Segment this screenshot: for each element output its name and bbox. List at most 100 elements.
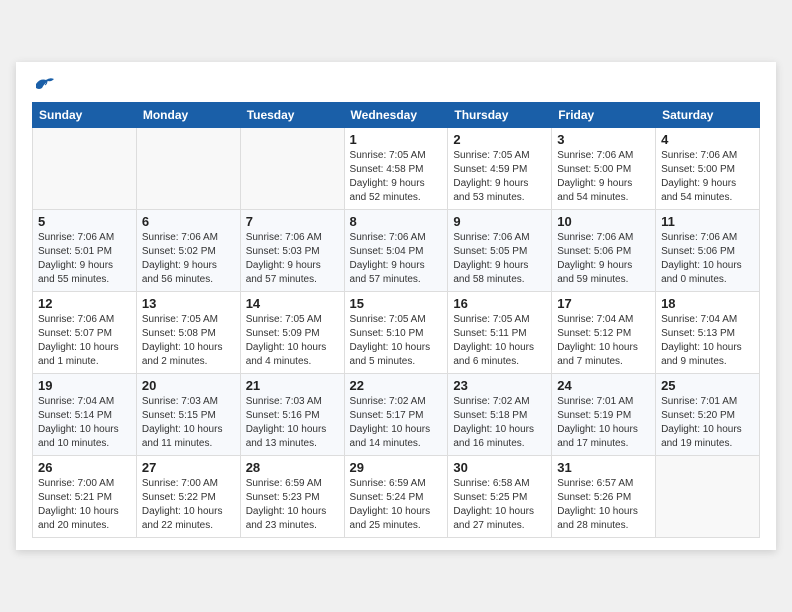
calendar-cell: 10Sunrise: 7:06 AM Sunset: 5:06 PM Dayli… (552, 210, 656, 292)
calendar-cell: 28 Sunrise: 6:59 AM Sunset: 5:23 PM Dayli… (240, 456, 344, 538)
day-info: Sunrise: 7:05 AM Sunset: 4:58 PM Dayligh… (350, 149, 443, 205)
day-number: 17 (557, 296, 650, 311)
day-number: 28 (246, 460, 339, 475)
day-info: Sunrise: 7:01 AM Sunset: 5:20 PM Dayligh… (661, 395, 754, 451)
day-number: 5 (38, 214, 131, 229)
calendar-cell: 27 Sunrise: 7:00 AM Sunset: 5:22 PM Dayli… (136, 456, 240, 538)
day-info: Sunrise: 6:59 AM Sunset: 5:24 PM Dayligh… (350, 477, 443, 533)
calendar-cell: 24 Sunrise: 7:01 AM Sunset: 5:19 PM Dayli… (552, 374, 656, 456)
day-number: 7 (246, 214, 339, 229)
day-number: 24 (557, 378, 650, 393)
week-row-3: 12 Sunrise: 7:06 AM Sunset: 5:07 PM Dayli… (33, 292, 760, 374)
day-number: 3 (557, 132, 650, 147)
logo-bird-icon (34, 76, 56, 92)
calendar-cell: 21 Sunrise: 7:03 AM Sunset: 5:16 PM Dayli… (240, 374, 344, 456)
weekday-header-tuesday: Tuesday (240, 103, 344, 128)
day-number: 2 (453, 132, 546, 147)
calendar-cell: 4 Sunrise: 7:06 AM Sunset: 5:00 PM Daylig… (656, 128, 760, 210)
day-number: 4 (661, 132, 754, 147)
day-info: Sunrise: 7:06 AM Sunset: 5:02 PM Dayligh… (142, 231, 235, 287)
day-info: Sunrise: 7:05 AM Sunset: 5:10 PM Dayligh… (350, 313, 443, 369)
day-info: Sunrise: 7:00 AM Sunset: 5:22 PM Dayligh… (142, 477, 235, 533)
calendar-cell: 13 Sunrise: 7:05 AM Sunset: 5:08 PM Dayli… (136, 292, 240, 374)
calendar-cell: 26 Sunrise: 7:00 AM Sunset: 5:21 PM Dayli… (33, 456, 137, 538)
calendar-cell: 1Sunrise: 7:05 AM Sunset: 4:58 PM Daylig… (344, 128, 448, 210)
day-info: Sunrise: 7:05 AM Sunset: 5:09 PM Dayligh… (246, 313, 339, 369)
calendar-cell: 12 Sunrise: 7:06 AM Sunset: 5:07 PM Dayli… (33, 292, 137, 374)
day-number: 19 (38, 378, 131, 393)
day-number: 10 (557, 214, 650, 229)
day-info: Sunrise: 7:06 AM Sunset: 5:04 PM Dayligh… (350, 231, 443, 287)
calendar-cell: 19 Sunrise: 7:04 AM Sunset: 5:14 PM Dayli… (33, 374, 137, 456)
day-info: Sunrise: 7:05 AM Sunset: 4:59 PM Dayligh… (453, 149, 546, 205)
calendar-cell: 29 Sunrise: 6:59 AM Sunset: 5:24 PM Dayli… (344, 456, 448, 538)
weekday-header-wednesday: Wednesday (344, 103, 448, 128)
weekday-header-monday: Monday (136, 103, 240, 128)
calendar-cell (136, 128, 240, 210)
day-info: Sunrise: 7:06 AM Sunset: 5:01 PM Dayligh… (38, 231, 131, 287)
day-info: Sunrise: 7:06 AM Sunset: 5:03 PM Dayligh… (246, 231, 339, 287)
day-number: 26 (38, 460, 131, 475)
day-info: Sunrise: 7:00 AM Sunset: 5:21 PM Dayligh… (38, 477, 131, 533)
calendar-cell: 6 Sunrise: 7:06 AM Sunset: 5:02 PM Daylig… (136, 210, 240, 292)
day-number: 30 (453, 460, 546, 475)
day-info: Sunrise: 7:06 AM Sunset: 5:07 PM Dayligh… (38, 313, 131, 369)
day-number: 31 (557, 460, 650, 475)
calendar-cell: 9Sunrise: 7:06 AM Sunset: 5:05 PM Daylig… (448, 210, 552, 292)
week-row-5: 26 Sunrise: 7:00 AM Sunset: 5:21 PM Dayli… (33, 456, 760, 538)
day-info: Sunrise: 7:06 AM Sunset: 5:00 PM Dayligh… (661, 149, 754, 205)
day-info: Sunrise: 7:04 AM Sunset: 5:13 PM Dayligh… (661, 313, 754, 369)
day-info: Sunrise: 7:02 AM Sunset: 5:18 PM Dayligh… (453, 395, 546, 451)
day-info: Sunrise: 6:57 AM Sunset: 5:26 PM Dayligh… (557, 477, 650, 533)
day-number: 8 (350, 214, 443, 229)
calendar-header (32, 78, 760, 92)
day-info: Sunrise: 7:06 AM Sunset: 5:00 PM Dayligh… (557, 149, 650, 205)
day-number: 12 (38, 296, 131, 311)
day-info: Sunrise: 7:03 AM Sunset: 5:16 PM Dayligh… (246, 395, 339, 451)
day-info: Sunrise: 6:59 AM Sunset: 5:23 PM Dayligh… (246, 477, 339, 533)
day-number: 23 (453, 378, 546, 393)
calendar-cell: 11 Sunrise: 7:06 AM Sunset: 5:06 PM Dayli… (656, 210, 760, 292)
day-number: 13 (142, 296, 235, 311)
calendar-cell: 23 Sunrise: 7:02 AM Sunset: 5:18 PM Dayli… (448, 374, 552, 456)
day-number: 11 (661, 214, 754, 229)
calendar-cell: 22 Sunrise: 7:02 AM Sunset: 5:17 PM Dayli… (344, 374, 448, 456)
weekday-header-row: SundayMondayTuesdayWednesdayThursdayFrid… (33, 103, 760, 128)
day-number: 27 (142, 460, 235, 475)
day-number: 20 (142, 378, 235, 393)
calendar-container: SundayMondayTuesdayWednesdayThursdayFrid… (16, 62, 776, 550)
day-number: 22 (350, 378, 443, 393)
day-number: 14 (246, 296, 339, 311)
calendar-cell: 15Sunrise: 7:05 AM Sunset: 5:10 PM Dayli… (344, 292, 448, 374)
calendar-cell: 17 Sunrise: 7:04 AM Sunset: 5:12 PM Dayli… (552, 292, 656, 374)
day-info: Sunrise: 7:03 AM Sunset: 5:15 PM Dayligh… (142, 395, 235, 451)
day-info: Sunrise: 7:02 AM Sunset: 5:17 PM Dayligh… (350, 395, 443, 451)
week-row-4: 19 Sunrise: 7:04 AM Sunset: 5:14 PM Dayli… (33, 374, 760, 456)
week-row-2: 5 Sunrise: 7:06 AM Sunset: 5:01 PM Daylig… (33, 210, 760, 292)
calendar-table: SundayMondayTuesdayWednesdayThursdayFrid… (32, 102, 760, 538)
weekday-header-saturday: Saturday (656, 103, 760, 128)
day-info: Sunrise: 7:06 AM Sunset: 5:06 PM Dayligh… (661, 231, 754, 287)
calendar-cell: 25 Sunrise: 7:01 AM Sunset: 5:20 PM Dayli… (656, 374, 760, 456)
calendar-cell: 7 Sunrise: 7:06 AM Sunset: 5:03 PM Daylig… (240, 210, 344, 292)
calendar-cell: 5 Sunrise: 7:06 AM Sunset: 5:01 PM Daylig… (33, 210, 137, 292)
day-number: 6 (142, 214, 235, 229)
day-number: 21 (246, 378, 339, 393)
day-info: Sunrise: 7:01 AM Sunset: 5:19 PM Dayligh… (557, 395, 650, 451)
calendar-cell: 2 Sunrise: 7:05 AM Sunset: 4:59 PM Daylig… (448, 128, 552, 210)
calendar-cell: 8 Sunrise: 7:06 AM Sunset: 5:04 PM Daylig… (344, 210, 448, 292)
calendar-cell: 30 Sunrise: 6:58 AM Sunset: 5:25 PM Dayli… (448, 456, 552, 538)
weekday-header-sunday: Sunday (33, 103, 137, 128)
day-number: 25 (661, 378, 754, 393)
day-info: Sunrise: 7:04 AM Sunset: 5:14 PM Dayligh… (38, 395, 131, 451)
day-info: Sunrise: 7:05 AM Sunset: 5:08 PM Dayligh… (142, 313, 235, 369)
day-number: 29 (350, 460, 443, 475)
day-number: 18 (661, 296, 754, 311)
day-info: Sunrise: 6:58 AM Sunset: 5:25 PM Dayligh… (453, 477, 546, 533)
logo (32, 78, 56, 92)
day-number: 16 (453, 296, 546, 311)
day-info: Sunrise: 7:06 AM Sunset: 5:05 PM Dayligh… (453, 231, 546, 287)
calendar-cell (240, 128, 344, 210)
calendar-cell: 14 Sunrise: 7:05 AM Sunset: 5:09 PM Dayli… (240, 292, 344, 374)
day-info: Sunrise: 7:04 AM Sunset: 5:12 PM Dayligh… (557, 313, 650, 369)
